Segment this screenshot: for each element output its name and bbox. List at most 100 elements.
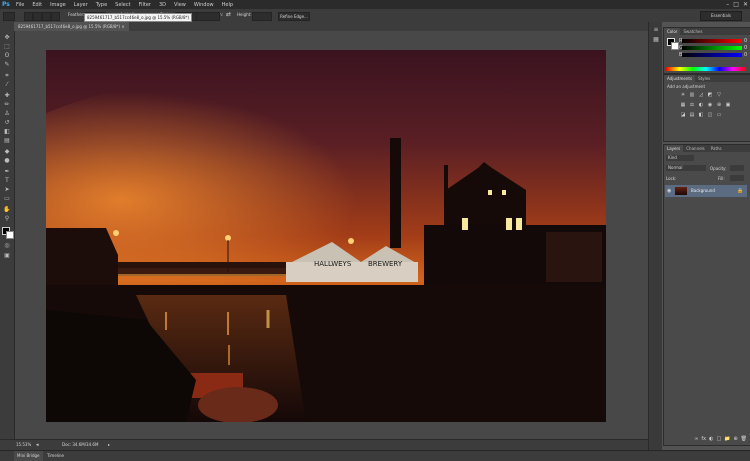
color-background-swatch[interactable] bbox=[671, 42, 679, 50]
quick-mask-icon[interactable]: ◎ bbox=[3, 242, 11, 249]
black-white-icon[interactable]: ◐ bbox=[698, 103, 704, 108]
menu-image[interactable]: Image bbox=[46, 2, 70, 8]
history-brush-tool-icon[interactable]: ↺ bbox=[3, 119, 11, 126]
workspace-switcher[interactable]: Essentials bbox=[700, 11, 742, 21]
vibrance-icon[interactable]: ▽ bbox=[716, 93, 722, 98]
color-lookup-icon[interactable]: ▣ bbox=[725, 103, 731, 108]
tab-channels[interactable]: Channels bbox=[683, 145, 708, 152]
green-value[interactable]: 0 bbox=[744, 45, 747, 51]
color-spectrum-ramp[interactable] bbox=[666, 67, 746, 71]
channel-mixer-icon[interactable]: ⊕ bbox=[716, 103, 722, 108]
new-group-icon[interactable]: 📁 bbox=[724, 435, 730, 444]
tab-swatches[interactable]: Swatches bbox=[680, 28, 705, 35]
layer-row[interactable]: ◉ Background 🔒 bbox=[665, 185, 747, 197]
visibility-eye-icon[interactable]: ◉ bbox=[667, 188, 671, 194]
document-canvas[interactable]: HALLWEYS BREWERY bbox=[46, 50, 606, 422]
layer-name[interactable]: Background bbox=[691, 188, 715, 193]
photo-filter-icon[interactable]: ◉ bbox=[707, 103, 713, 108]
menu-filter[interactable]: Filter bbox=[135, 2, 155, 8]
swap-dimensions-icon[interactable]: ⇄ bbox=[226, 11, 231, 18]
menu-window[interactable]: Window bbox=[190, 2, 218, 8]
menu-type[interactable]: Type bbox=[92, 2, 111, 8]
blue-value[interactable]: 0 bbox=[744, 52, 747, 58]
restore-button[interactable]: □ bbox=[733, 1, 739, 8]
adjustment-layer-icon[interactable]: ◐ bbox=[709, 435, 713, 444]
eraser-tool-icon[interactable]: ◧ bbox=[3, 128, 11, 135]
tool-preset-picker[interactable] bbox=[3, 12, 15, 21]
shape-tool-icon[interactable]: ▭ bbox=[3, 195, 11, 202]
close-button[interactable]: ✕ bbox=[743, 1, 748, 8]
brightness-contrast-icon[interactable]: ☀ bbox=[680, 93, 686, 98]
link-layers-icon[interactable]: ∞ bbox=[694, 435, 698, 444]
menu-3d[interactable]: 3D bbox=[155, 2, 170, 8]
add-selection-icon[interactable] bbox=[33, 12, 42, 21]
tab-adjustments[interactable]: Adjustments bbox=[664, 75, 696, 82]
menu-view[interactable]: View bbox=[170, 2, 190, 8]
hand-tool-icon[interactable]: ✋ bbox=[3, 206, 11, 213]
tab-color[interactable]: Color bbox=[664, 28, 681, 35]
menu-layer[interactable]: Layer bbox=[70, 2, 92, 8]
blue-slider[interactable] bbox=[682, 53, 742, 57]
red-slider[interactable] bbox=[682, 39, 742, 43]
gradient-tool-icon[interactable]: ▤ bbox=[3, 137, 11, 144]
healing-brush-tool-icon[interactable]: ✚ bbox=[3, 92, 11, 99]
menu-file[interactable]: File bbox=[12, 2, 28, 8]
new-layer-icon[interactable]: ⊕ bbox=[733, 435, 737, 444]
tab-styles[interactable]: Styles bbox=[695, 75, 713, 82]
path-selection-tool-icon[interactable]: ➤ bbox=[3, 186, 11, 193]
pen-tool-icon[interactable]: ✒ bbox=[3, 168, 11, 175]
curves-icon[interactable]: ◿ bbox=[698, 93, 704, 98]
layer-style-icon[interactable]: fx bbox=[701, 435, 706, 444]
fill-input[interactable] bbox=[730, 175, 744, 181]
layer-mask-icon[interactable]: □ bbox=[716, 435, 721, 444]
document-tab[interactable]: 8259461717_b517cc46e8_o.jpg @ 15.5% (RGB… bbox=[14, 22, 129, 31]
layer-filter-kind[interactable]: Kind bbox=[666, 155, 694, 161]
blur-tool-icon[interactable]: ◆ bbox=[3, 148, 11, 155]
blend-mode-select[interactable]: Normal bbox=[666, 165, 706, 171]
height-input[interactable] bbox=[252, 12, 272, 21]
status-arrow-icon[interactable]: ▸ bbox=[108, 440, 110, 450]
quick-select-tool-icon[interactable]: ✎ bbox=[3, 61, 11, 68]
width-input[interactable] bbox=[196, 12, 220, 21]
crop-tool-icon[interactable]: ⌗ bbox=[3, 72, 11, 79]
history-panel-icon[interactable]: ≡ bbox=[652, 26, 660, 33]
marquee-tool-icon[interactable]: ⬚ bbox=[3, 43, 11, 50]
gradient-map-icon[interactable]: ▭ bbox=[716, 113, 722, 118]
tab-layers[interactable]: Layers bbox=[664, 145, 684, 152]
hue-saturation-icon[interactable]: ▦ bbox=[680, 103, 686, 108]
new-selection-icon[interactable] bbox=[24, 12, 33, 21]
properties-panel-icon[interactable]: ▦ bbox=[652, 36, 660, 43]
subtract-selection-icon[interactable] bbox=[42, 12, 51, 21]
background-color-swatch[interactable] bbox=[6, 231, 14, 239]
selective-color-icon[interactable]: ◫ bbox=[707, 113, 713, 118]
status-menu-icon[interactable]: ◂ bbox=[36, 440, 39, 450]
type-tool-icon[interactable]: T bbox=[3, 177, 11, 184]
invert-icon[interactable]: ◪ bbox=[680, 113, 686, 118]
posterize-icon[interactable]: ▤ bbox=[689, 113, 695, 118]
color-balance-icon[interactable]: ⚖ bbox=[689, 103, 695, 108]
menu-help[interactable]: Help bbox=[218, 2, 237, 8]
move-tool-icon[interactable]: ✥ bbox=[3, 34, 11, 41]
levels-icon[interactable]: ▥ bbox=[689, 93, 695, 98]
red-value[interactable]: 0 bbox=[744, 38, 747, 44]
refine-edge-button[interactable]: Refine Edge... bbox=[278, 12, 310, 21]
menu-edit[interactable]: Edit bbox=[28, 2, 46, 8]
intersect-selection-icon[interactable] bbox=[51, 12, 60, 21]
minimize-button[interactable]: – bbox=[726, 1, 729, 8]
tab-paths[interactable]: Paths bbox=[708, 145, 725, 152]
brush-tool-icon[interactable]: ✏ bbox=[3, 101, 11, 108]
green-slider[interactable] bbox=[682, 46, 742, 50]
close-tab-icon[interactable]: × bbox=[121, 24, 124, 29]
delete-layer-icon[interactable]: 🗑 bbox=[741, 435, 747, 444]
lasso-tool-icon[interactable]: ʘ bbox=[3, 52, 11, 59]
dodge-tool-icon[interactable]: ● bbox=[3, 157, 11, 164]
eyedropper-tool-icon[interactable]: ⁄ bbox=[3, 81, 11, 88]
menu-select[interactable]: Select bbox=[111, 2, 134, 8]
exposure-icon[interactable]: ◩ bbox=[707, 93, 713, 98]
clone-stamp-tool-icon[interactable]: ♙ bbox=[3, 110, 11, 117]
screen-mode-icon[interactable]: ▣ bbox=[3, 252, 11, 259]
zoom-level[interactable]: 15.53% bbox=[16, 440, 31, 450]
zoom-tool-icon[interactable]: ⚲ bbox=[3, 215, 11, 222]
threshold-icon[interactable]: ◧ bbox=[698, 113, 704, 118]
opacity-input[interactable] bbox=[730, 165, 744, 171]
